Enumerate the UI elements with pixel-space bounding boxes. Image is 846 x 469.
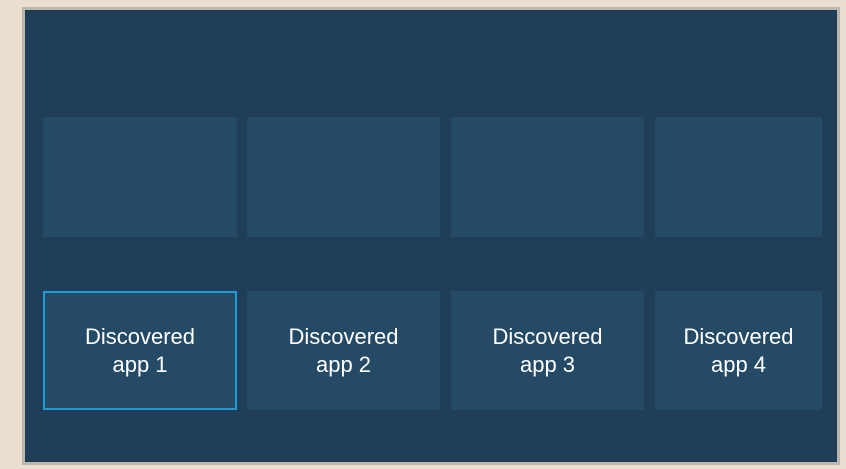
- featured-tile-2[interactable]: [247, 117, 440, 237]
- discovered-app-tile-2[interactable]: Discovered app 2: [247, 291, 440, 410]
- tv-screen: Discovered app 1 Discovered app 2 Discov…: [22, 7, 840, 465]
- app-label: Discovered app 2: [288, 323, 399, 377]
- discovered-app-tile-3[interactable]: Discovered app 3: [451, 291, 644, 410]
- app-label: Discovered app 4: [683, 323, 794, 377]
- featured-tile-1[interactable]: [43, 117, 237, 237]
- featured-tile-3[interactable]: [451, 117, 644, 237]
- app-label: Discovered app 3: [492, 323, 603, 377]
- featured-tile-4[interactable]: [655, 117, 822, 237]
- app-label: Discovered app 1: [84, 323, 196, 377]
- discovered-app-tile-1[interactable]: Discovered app 1: [43, 291, 237, 410]
- discovered-app-tile-4[interactable]: Discovered app 4: [655, 291, 822, 410]
